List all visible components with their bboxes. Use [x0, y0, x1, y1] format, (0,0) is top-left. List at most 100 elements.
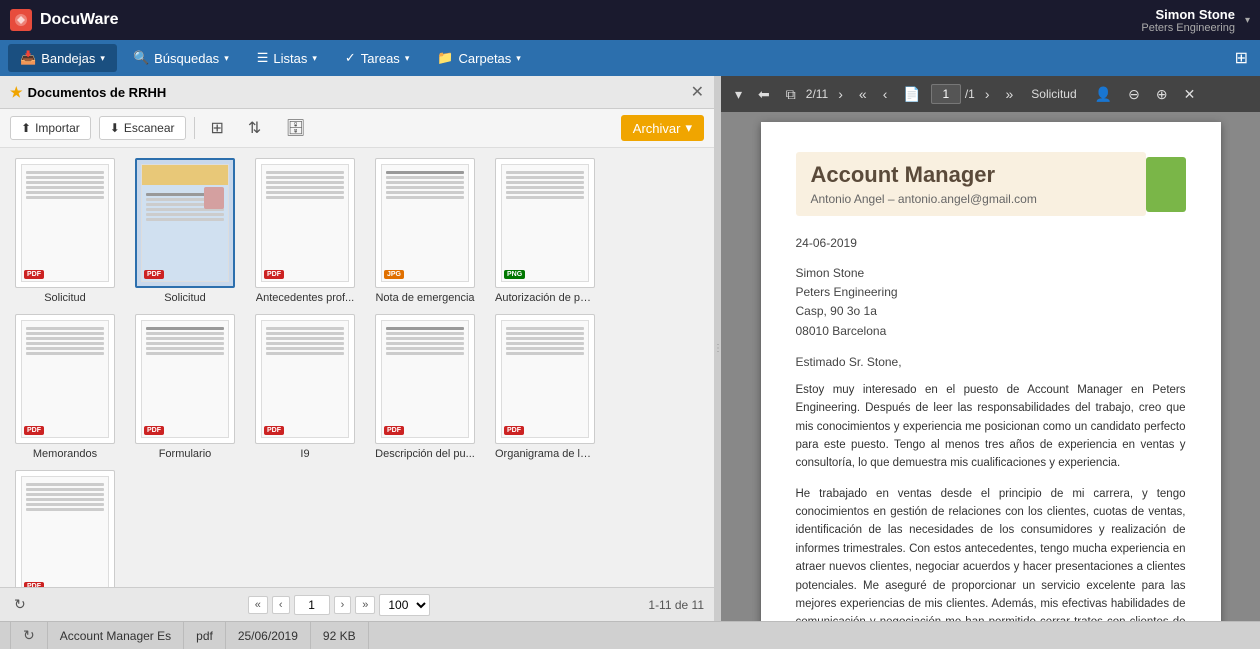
- inbox-icon: 📥: [20, 50, 36, 66]
- doc-item[interactable]: JPG Nota de emergencia: [370, 158, 480, 304]
- doc-label: I9: [300, 448, 309, 460]
- doc-badge: PDF: [504, 426, 524, 435]
- viewer-prev-button[interactable]: ‹: [877, 82, 894, 106]
- doc-thumb-inner: JPG: [381, 164, 469, 282]
- doc-badge: PDF: [24, 270, 44, 279]
- doc-item[interactable]: PDF Solicitud: [130, 158, 240, 304]
- nav-tareas[interactable]: ✓ Tareas ▾: [333, 44, 421, 72]
- last-page-button[interactable]: »: [355, 596, 375, 614]
- doc-item[interactable]: PNG Autorización de per...: [490, 158, 600, 304]
- nav-busquedas-arrow: ▾: [224, 53, 229, 64]
- user-name: Simon Stone: [1141, 7, 1235, 22]
- grid-view-button[interactable]: ⊞: [203, 114, 232, 142]
- search-icon: 🔍: [133, 50, 149, 66]
- viewer-last-button[interactable]: »: [1000, 82, 1020, 106]
- scan-button[interactable]: ⬇ Escanear: [99, 116, 186, 140]
- status-bar: ↻ Account Manager Es pdf 25/06/2019 92 K…: [0, 621, 1260, 649]
- viewer-page-input[interactable]: [931, 84, 961, 104]
- viewer-page-icon-button[interactable]: 📄: [897, 82, 926, 107]
- user-details: Simon Stone Peters Engineering: [1141, 7, 1235, 34]
- viewer-dropdown-button[interactable]: ▾: [729, 82, 748, 107]
- doc-thumbnail: PDF: [255, 314, 355, 444]
- pagination[interactable]: « ‹ › » 100 75 50 150: [248, 594, 431, 616]
- doc-item[interactable]: PDF Informe de viaje: [10, 470, 120, 587]
- viewer-plus-button[interactable]: ⊕: [1150, 82, 1174, 107]
- user-info-area[interactable]: Simon Stone Peters Engineering ▾: [1141, 7, 1250, 34]
- toolbar-separator: [194, 117, 195, 139]
- doc-item[interactable]: PDF Organigrama de lo...: [490, 314, 600, 460]
- left-panel: ★ Documentos de RRHH ✕ ⬆ Importar ⬇ Esca…: [0, 76, 715, 621]
- panel-title: ★ Documentos de RRHH: [10, 84, 166, 101]
- doc-label: Autorización de per...: [495, 292, 595, 304]
- document-page: Account Manager Antonio Angel – antonio.…: [761, 122, 1221, 621]
- viewer-next-button[interactable]: ›: [979, 82, 996, 106]
- zoom-select[interactable]: 100 75 50 150: [379, 594, 430, 616]
- nav-listas[interactable]: ☰ Listas ▾: [245, 44, 329, 72]
- doc-badge: PNG: [504, 270, 525, 279]
- doc-item[interactable]: PDF Memorandos: [10, 314, 120, 460]
- viewer-toggle[interactable]: ⊞: [1231, 48, 1252, 68]
- check-icon: ✓: [345, 50, 356, 66]
- doc-item[interactable]: PDF Descripción del pu...: [370, 314, 480, 460]
- doc-label: Solicitud: [44, 292, 86, 304]
- nav-listas-arrow: ▾: [312, 53, 317, 64]
- doc-thumb-inner: PDF: [261, 320, 349, 438]
- viewer-close-button[interactable]: ✕: [1178, 82, 1202, 107]
- doc-badge: JPG: [384, 270, 404, 279]
- status-file-size: 92 KB: [311, 622, 369, 649]
- nav-busquedas[interactable]: 🔍 Búsquedas ▾: [121, 44, 241, 72]
- doc-thumb-inner: PNG: [501, 164, 589, 282]
- doc-thumb-inner: PDF: [381, 320, 469, 438]
- doc-item[interactable]: PDF Formulario: [130, 314, 240, 460]
- spinner-icon: ↻: [14, 596, 26, 613]
- nav-bandejas-arrow: ▾: [100, 53, 105, 64]
- sort-button[interactable]: ⇅: [240, 114, 269, 142]
- doc-thumb-inner: PDF: [501, 320, 589, 438]
- page-number-input[interactable]: [294, 595, 330, 615]
- panel-title-text: Documentos de RRHH: [28, 85, 167, 100]
- user-dropdown-arrow[interactable]: ▾: [1245, 15, 1250, 26]
- list-icon: ☰: [257, 50, 269, 66]
- viewer-next-doc-button[interactable]: ›: [832, 82, 849, 106]
- doc-item[interactable]: PDF Solicitud: [10, 158, 120, 304]
- viewer-layers-button[interactable]: ⧉: [780, 82, 802, 107]
- nav-carpetas-label: Carpetas: [459, 51, 512, 66]
- layout-icon[interactable]: ⊞: [1231, 46, 1252, 71]
- doc-thumb-inner: PDF: [21, 320, 109, 438]
- next-page-button[interactable]: ›: [334, 596, 352, 614]
- doc-header-text: Account Manager Antonio Angel – antonio.…: [796, 152, 1146, 216]
- doc-label: Solicitud: [164, 292, 206, 304]
- doc-date: 24-06-2019: [796, 236, 1186, 250]
- loading-indicator: ↻: [10, 592, 30, 617]
- nav-carpetas[interactable]: 📁 Carpetas ▾: [425, 44, 532, 72]
- doc-item[interactable]: PDF I9: [250, 314, 360, 460]
- doc-item[interactable]: PDF Antecedentes prof...: [250, 158, 360, 304]
- viewer-minus-button[interactable]: ⊖: [1122, 82, 1146, 107]
- viewer-first-button[interactable]: «: [853, 82, 873, 106]
- db-button[interactable]: 🗄: [277, 114, 313, 142]
- panel-close-button[interactable]: ✕: [691, 82, 704, 102]
- first-page-button[interactable]: «: [248, 596, 268, 614]
- logo-icon: [10, 9, 32, 31]
- doc-thumb-inner: PDF: [21, 164, 109, 282]
- archive-button[interactable]: Archivar ▾: [621, 115, 704, 141]
- doc-badge: PDF: [144, 270, 164, 279]
- prev-page-button[interactable]: ‹: [272, 596, 290, 614]
- import-button[interactable]: ⬆ Importar: [10, 116, 91, 140]
- viewer-user-button[interactable]: 👤: [1089, 82, 1118, 107]
- nav-bar: 📥 Bandejas ▾ 🔍 Búsquedas ▾ ☰ Listas ▾ ✓ …: [0, 40, 1260, 76]
- right-panel: ▾ ⬅ ⧉ 2/11 › « ‹ 📄 /1 › » Solicitud 👤 ⊖ …: [721, 76, 1260, 621]
- doc-header-section: Account Manager Antonio Angel – antonio.…: [796, 152, 1186, 216]
- status-date: 25/06/2019: [226, 622, 311, 649]
- address-line2: Peters Engineering: [796, 283, 1186, 302]
- viewer-current-pages: 2/11: [806, 87, 828, 101]
- archive-dropdown-arrow: ▾: [685, 120, 692, 136]
- doc-thumbnail: PDF: [15, 470, 115, 587]
- address-line4: 08010 Barcelona: [796, 322, 1186, 341]
- doc-thumbnail: PDF: [375, 314, 475, 444]
- address-line1: Simon Stone: [796, 264, 1186, 283]
- viewer-back-layers-button[interactable]: ⬅: [752, 82, 776, 107]
- doc-label: Antecedentes prof...: [256, 292, 354, 304]
- nav-bandejas[interactable]: 📥 Bandejas ▾: [8, 44, 117, 72]
- nav-tareas-arrow: ▾: [405, 53, 410, 64]
